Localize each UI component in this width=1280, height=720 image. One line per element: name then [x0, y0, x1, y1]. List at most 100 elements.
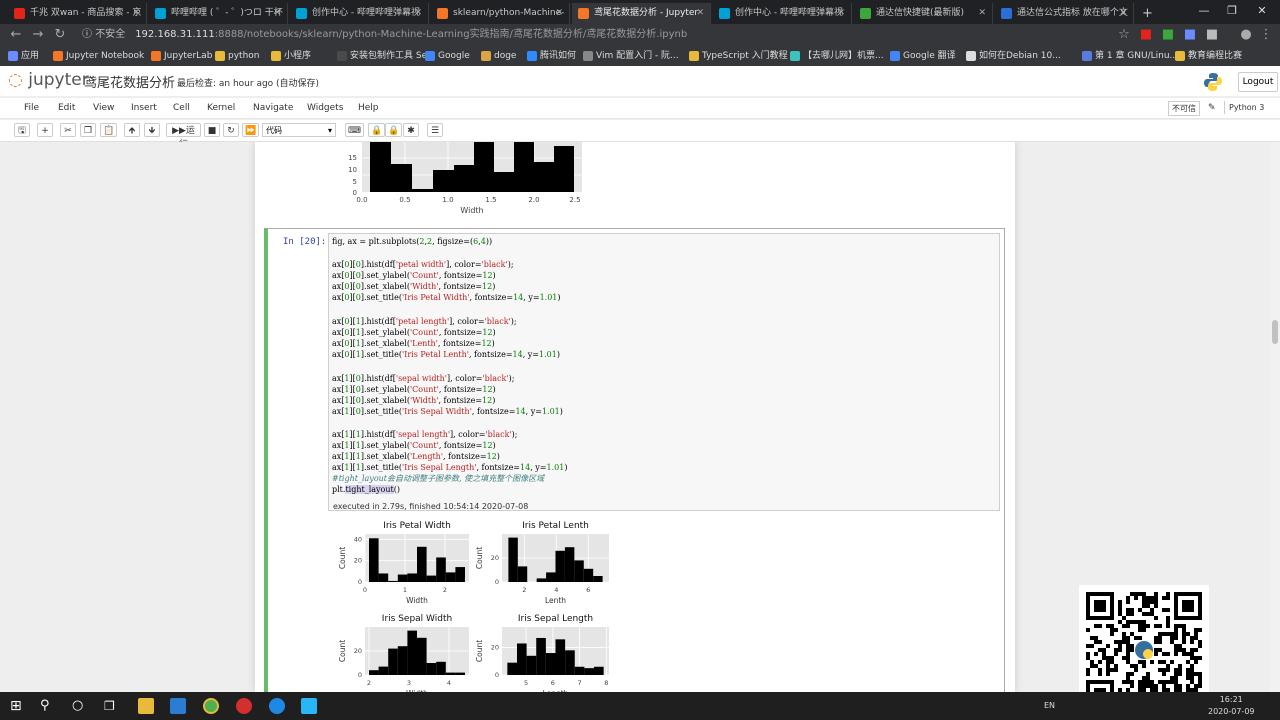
histogram-bar [584, 668, 595, 675]
vscode-icon[interactable] [170, 698, 186, 714]
forward-icon[interactable]: → [30, 27, 46, 43]
extension-icon[interactable]: ■ [1160, 27, 1176, 43]
minimize-button[interactable]: — [1190, 0, 1218, 24]
cortana-icon[interactable]: ○ [72, 698, 88, 714]
new-tab-button[interactable]: + [1136, 3, 1160, 24]
close-tab-icon[interactable]: ✕ [1119, 3, 1127, 24]
menu-item-cell[interactable]: Cell [173, 98, 190, 118]
move-down-icon[interactable]: 🡻 [144, 123, 160, 137]
browser-tab[interactable]: 哔哩哔哩 ( ゜- ゜)つロ 干杯 ✕ [149, 3, 288, 24]
bookmark-item[interactable]: 教育编程比赛 [1175, 46, 1242, 66]
bookmark-item[interactable]: 第 1 章 GNU/Linu... [1082, 46, 1178, 66]
qr-module [1154, 684, 1158, 688]
close-tab-icon[interactable]: ✕ [696, 3, 704, 24]
qr-module [1198, 656, 1202, 660]
close-tab-icon[interactable]: ✕ [414, 3, 422, 24]
lock-icon[interactable]: 🔒 [385, 123, 403, 137]
lock-icon[interactable]: 🔒 [368, 123, 386, 137]
bookmark-item[interactable]: 小程序 [271, 46, 311, 66]
star-icon[interactable]: ☆ [1116, 27, 1132, 43]
bookmark-item[interactable]: TypeScript 入门教程 [689, 46, 788, 66]
chrome-icon[interactable] [203, 698, 219, 714]
app-icon[interactable] [301, 698, 317, 714]
paste-icon[interactable]: 📋 [100, 123, 118, 137]
list-icon[interactable]: ☰ [427, 123, 443, 137]
browser-tab[interactable]: 创作中心 - 哔哩哔哩弹幕视 ✕ [290, 3, 429, 24]
qr-module [1174, 644, 1178, 648]
close-tab-icon[interactable]: ✕ [273, 3, 281, 24]
search-icon[interactable]: ⚲ [40, 698, 56, 714]
menu-item-widgets[interactable]: Widgets [307, 98, 343, 118]
insert-cell-icon[interactable]: + [37, 123, 53, 137]
bookmark-item[interactable]: JupyterLab [151, 46, 212, 66]
browser-tab[interactable]: 通达信公式指标 放在哪个文 ✕ [995, 3, 1134, 24]
bookmark-item[interactable]: doge [481, 46, 516, 66]
close-tab-icon[interactable]: ✕ [555, 3, 563, 24]
stop-icon[interactable]: ■ [204, 123, 220, 137]
clock[interactable]: 16:21 2020-07-09 [1208, 694, 1255, 718]
edit-pencil-icon[interactable]: ✎ [1208, 98, 1216, 118]
browser-tab[interactable]: 通达信快捷键(最新版) ✕ [854, 3, 993, 24]
back-icon[interactable]: ← [8, 27, 24, 43]
language-indicator[interactable]: EN [1044, 696, 1055, 716]
browser-tab[interactable]: 创作中心 - 哔哩哔哩弹幕视 ✕ [713, 3, 852, 24]
bookmark-item[interactable]: 如何在Debian 10... [966, 46, 1061, 66]
notebook-name[interactable]: 鸢尾花数据分析 [84, 72, 175, 91]
restart-icon[interactable]: ↻ [223, 123, 239, 137]
qr-module [1174, 628, 1178, 632]
task-view-icon[interactable]: ❐ [104, 698, 120, 714]
qr-module [1190, 636, 1194, 640]
menu-icon[interactable]: ⋮ [1258, 27, 1274, 43]
browser-tab[interactable]: 千兆 双wan - 商品搜索 - 京 ✕ [8, 3, 147, 24]
trusted-indicator[interactable]: 不可信 [1168, 101, 1200, 116]
bookmark-item[interactable]: Vim 配置入门 - 阮... [583, 46, 679, 66]
bookmark-item[interactable]: 安装包制作工具 Se... [337, 46, 436, 66]
windows-start-icon[interactable]: ⊞ [10, 698, 26, 714]
extension-icon[interactable]: ■ [1204, 27, 1220, 43]
menu-item-view[interactable]: View [93, 98, 114, 118]
cell-type-select[interactable]: 代码 ▾ [262, 123, 336, 137]
menu-item-kernel[interactable]: Kernel [207, 98, 235, 118]
asterisk-icon[interactable]: ✱ [403, 123, 419, 137]
file-explorer-icon[interactable] [138, 698, 154, 714]
extension-icon[interactable]: ■ [1138, 27, 1154, 43]
app-icon[interactable] [269, 698, 285, 714]
menu-item-navigate[interactable]: Navigate [253, 98, 293, 118]
menu-item-file[interactable]: File [24, 98, 39, 118]
url-field[interactable]: ⓘ 不安全 192.168.31.111:8888/notebooks/sklea… [82, 26, 1102, 44]
bookmark-item[interactable]: 应用 [8, 46, 39, 66]
run-button[interactable]: ▶▶运行 [166, 123, 201, 150]
menu-item-insert[interactable]: Insert [131, 98, 157, 118]
logout-button[interactable]: Logout [1238, 72, 1278, 92]
save-icon[interactable]: 🖫 [14, 123, 30, 137]
profile-icon[interactable]: ● [1238, 27, 1254, 43]
cut-icon[interactable]: ✂ [60, 123, 76, 137]
close-tab-icon[interactable]: ✕ [837, 3, 845, 24]
qr-module [1162, 668, 1166, 672]
copy-icon[interactable]: ❐ [80, 123, 96, 137]
bookmark-item[interactable]: 【去哪儿网】机票... [790, 46, 884, 66]
bookmark-item[interactable]: Google [425, 46, 470, 66]
browser-tab[interactable]: sklearn/python-Machine- ✕ [431, 3, 570, 24]
bookmark-item[interactable]: Google 翻译 [890, 46, 956, 66]
move-up-icon[interactable]: 🡹 [124, 123, 140, 137]
qr-module [1102, 652, 1106, 656]
extension-icon[interactable]: ■ [1182, 27, 1198, 43]
keyboard-icon[interactable]: ⌨ [345, 123, 364, 137]
app-icon[interactable] [236, 698, 252, 714]
vertical-scrollbar[interactable] [1270, 142, 1280, 692]
scrollbar-thumb[interactable] [1272, 320, 1278, 344]
jupyter-logo[interactable]: ◌ jupyter [8, 70, 89, 90]
bookmark-item[interactable]: Jupyter Notebook [53, 46, 144, 66]
restore-button[interactable]: ❐ [1218, 0, 1246, 24]
menu-item-help[interactable]: Help [358, 98, 379, 118]
bookmark-item[interactable]: python [215, 46, 259, 66]
close-window-button[interactable]: ✕ [1248, 0, 1276, 24]
close-tab-icon[interactable]: ✕ [132, 3, 140, 24]
close-tab-icon[interactable]: ✕ [978, 3, 986, 24]
reload-icon[interactable]: ↻ [52, 27, 68, 43]
fast-forward-icon[interactable]: ⏩ [242, 123, 260, 137]
bookmark-item[interactable]: 腾讯如何 [527, 46, 576, 66]
menu-item-edit[interactable]: Edit [58, 98, 75, 118]
browser-tab[interactable]: 鸢尾花数据分析 - Jupyter ✕ [572, 3, 711, 24]
